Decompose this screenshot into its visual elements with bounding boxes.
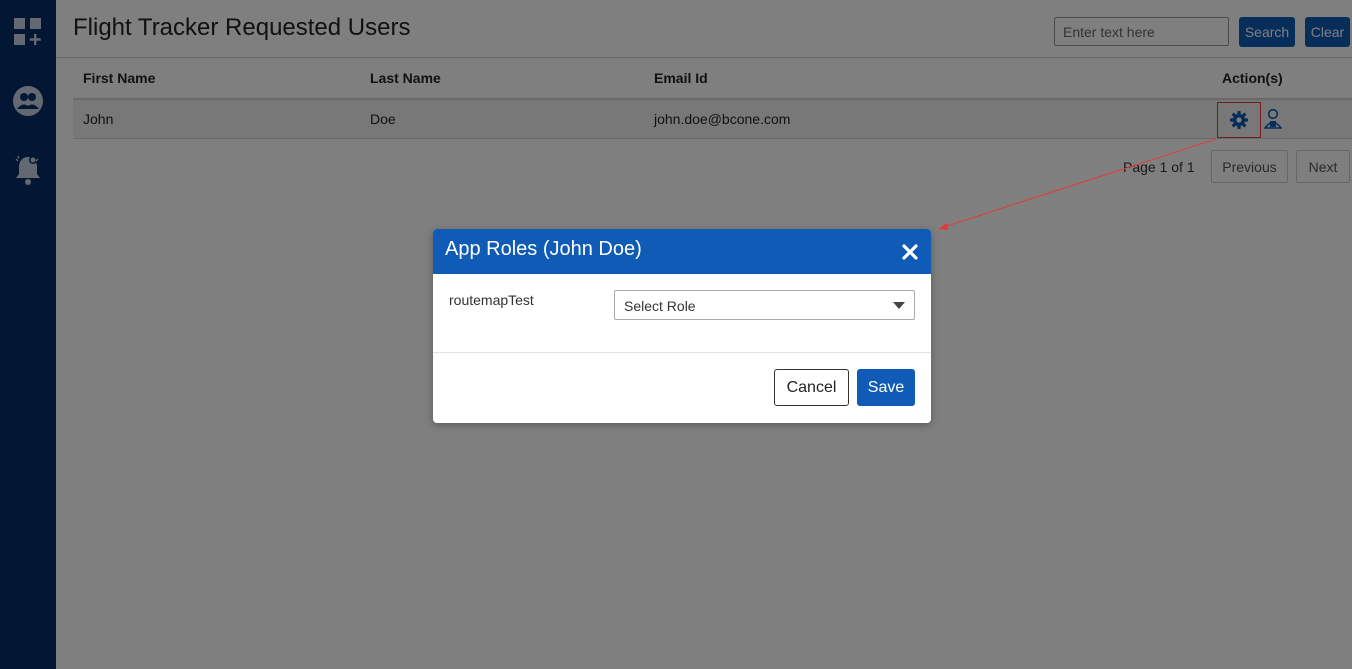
dialog-header: App Roles (John Doe) bbox=[433, 229, 931, 274]
chevron-down-icon bbox=[893, 302, 905, 309]
role-select-value: Select Role bbox=[624, 298, 696, 314]
dialog-divider bbox=[433, 352, 931, 353]
close-icon[interactable] bbox=[898, 240, 922, 264]
app-roles-dialog: App Roles (John Doe) routemapTest Select… bbox=[433, 229, 931, 423]
cancel-button[interactable]: Cancel bbox=[774, 369, 849, 406]
role-select[interactable]: Select Role bbox=[614, 290, 915, 320]
app-name-label: routemapTest bbox=[449, 292, 534, 308]
save-button[interactable]: Save bbox=[857, 369, 915, 406]
dialog-title: App Roles (John Doe) bbox=[445, 238, 642, 260]
